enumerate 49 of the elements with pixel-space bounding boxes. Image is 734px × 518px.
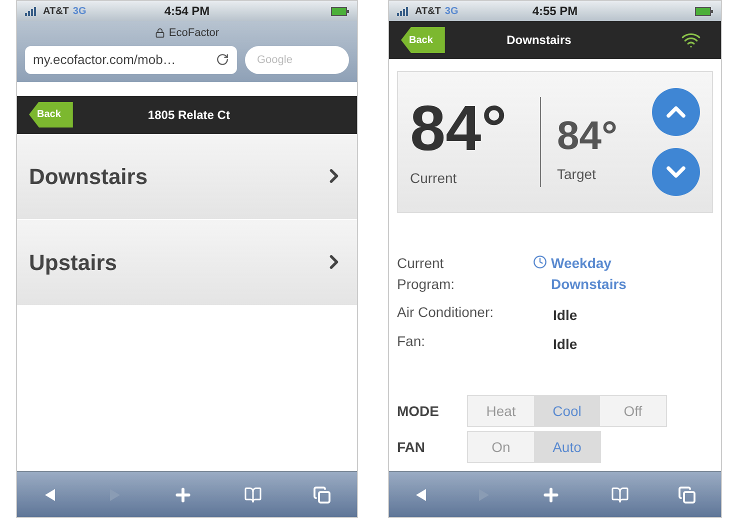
segment-option[interactable]: Cool <box>534 396 600 426</box>
reload-icon[interactable] <box>216 53 229 66</box>
control-label: FAN <box>397 438 426 456</box>
back-button[interactable]: Back <box>401 27 445 53</box>
info-label: Current Program: <box>397 254 456 294</box>
bookmarks-icon[interactable] <box>610 486 629 504</box>
increase-button[interactable] <box>652 88 700 136</box>
bookmarks-icon[interactable] <box>244 486 262 504</box>
address-field[interactable]: my.ecofactor.com/mob… <box>25 46 237 74</box>
list-item[interactable]: Downstairs <box>17 134 357 220</box>
network-type: 3G <box>72 4 86 18</box>
pages-icon[interactable] <box>678 486 696 504</box>
back-button[interactable]: Back <box>29 102 73 128</box>
screen-title: 1805 Relate Ct <box>146 106 231 124</box>
carrier-name: AT&T <box>415 4 441 18</box>
network-type: 3G <box>444 4 458 18</box>
clock-icon <box>533 255 547 269</box>
info-label: Air Conditioner: <box>397 303 494 322</box>
control-label: MODE <box>397 402 440 420</box>
list-item[interactable]: Upstairs <box>17 220 357 306</box>
battery-icon <box>694 6 713 16</box>
segment-option[interactable]: On <box>468 432 534 462</box>
carrier-name: AT&T <box>43 4 69 18</box>
page-title: EcoFactor <box>168 26 220 41</box>
info-value: Idle <box>553 306 578 325</box>
decrease-button[interactable] <box>652 148 700 196</box>
signal-icon <box>397 6 411 16</box>
add-icon[interactable] <box>540 484 561 504</box>
pages-icon[interactable] <box>313 486 332 504</box>
screen-title: Downstairs <box>506 32 572 49</box>
signal-icon <box>25 6 39 16</box>
search-field[interactable]: Google <box>245 46 349 74</box>
segment-option[interactable]: Auto <box>534 432 600 462</box>
target-temperature: 84° <box>557 116 618 156</box>
temperature-label: Target <box>557 164 597 184</box>
temperature-label: Current <box>410 168 458 188</box>
back-arrow-icon[interactable] <box>414 488 428 502</box>
info-label: Fan: <box>397 332 426 351</box>
add-icon[interactable] <box>172 484 193 504</box>
clock-time: 4:55 PM <box>532 3 578 20</box>
info-value: Idle <box>553 335 578 354</box>
current-temperature: 84° <box>410 96 508 160</box>
segment-option[interactable]: Off <box>600 396 666 426</box>
battery-icon <box>330 6 349 16</box>
segment-option[interactable]: Heat <box>468 396 534 426</box>
lock-icon <box>154 28 165 38</box>
program-link[interactable]: Weekday Downstairs <box>551 253 643 295</box>
clock-time: 4:54 PM <box>164 3 210 20</box>
back-arrow-icon[interactable] <box>42 488 57 502</box>
